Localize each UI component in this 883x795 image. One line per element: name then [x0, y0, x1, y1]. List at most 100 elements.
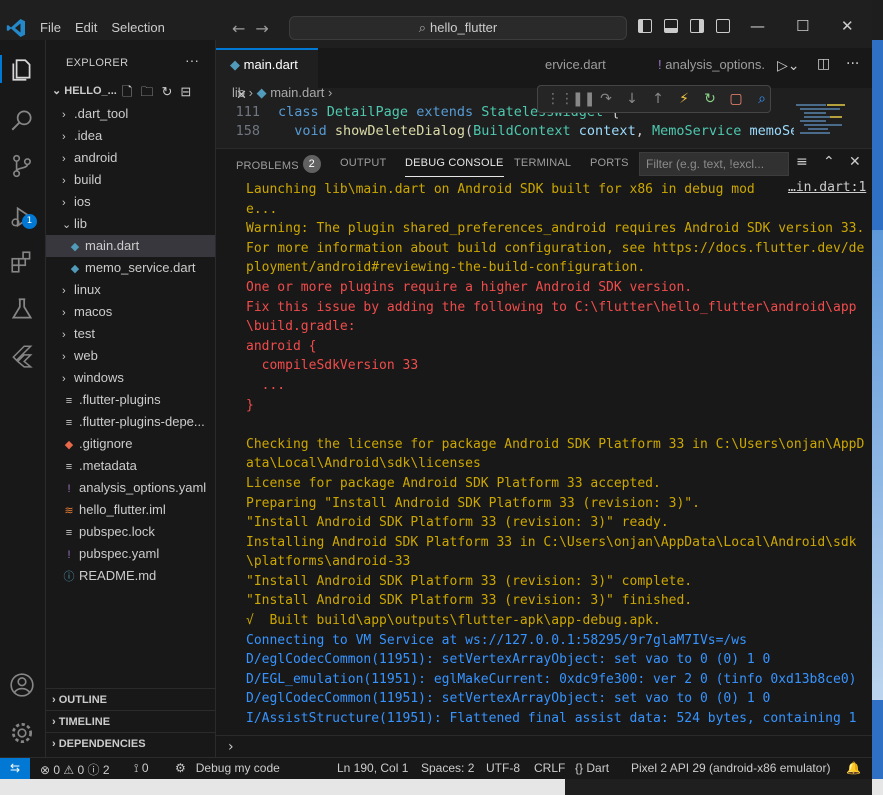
close-window-icon[interactable]: ✕ — [841, 17, 854, 35]
search-icon[interactable] — [9, 107, 35, 133]
tree-item[interactable]: ◆ memo_service.dart — [46, 257, 215, 279]
notifications-bell-icon[interactable]: 🔔 — [846, 761, 861, 775]
outline-section[interactable]: › OUTLINE — [46, 688, 215, 710]
tree-item[interactable]: ! analysis_options.yaml — [46, 477, 215, 499]
menu-edit[interactable]: Edit — [75, 20, 97, 35]
minimap[interactable] — [794, 102, 854, 147]
menu-selection[interactable]: Selection — [111, 20, 164, 35]
breadcrumb: lib › ◆ main.dart › — [232, 85, 333, 100]
ports-status[interactable]: ⟟ 0 — [134, 761, 149, 776]
tree-item[interactable]: ≡ .flutter-plugins-depe... — [46, 411, 215, 433]
language-mode[interactable]: {} Dart — [575, 761, 609, 775]
devtools-search-icon[interactable]: ⌕ — [754, 91, 770, 107]
tab-main-dart[interactable]: ◆ main.dart ✕ — [216, 48, 318, 102]
maximize-panel-icon[interactable]: ⌃ — [823, 154, 835, 170]
tree-item[interactable]: ⓘ README.md — [46, 565, 215, 587]
breadcrumb-folder[interactable]: lib — [232, 85, 245, 100]
stop-icon[interactable]: ▢ — [728, 91, 744, 107]
tree-item[interactable]: ≡ .flutter-plugins — [46, 389, 215, 411]
account-icon[interactable] — [9, 672, 35, 698]
debug-console-output[interactable]: Launching lib\main.dart on Android SDK b… — [246, 180, 866, 729]
code-line[interactable]: 158 void showDeleteDialog(BuildContext c… — [216, 122, 815, 141]
maximize-icon[interactable]: ☐ — [796, 17, 809, 35]
tree-item[interactable]: ⌄ lib — [46, 213, 215, 235]
cursor-position[interactable]: Ln 190, Col 1 — [337, 761, 408, 775]
new-file-icon[interactable]: 🗋 — [122, 84, 140, 99]
tree-item[interactable]: ◆ main.dart — [46, 235, 215, 257]
more-editor-actions-icon[interactable]: ··· — [846, 56, 859, 72]
tree-item[interactable]: › linux — [46, 279, 215, 301]
flutter-icon[interactable] — [9, 343, 35, 369]
tab-terminal[interactable]: TERMINAL — [514, 157, 571, 169]
split-editor-icon[interactable]: ◫ — [817, 56, 830, 72]
customize-layout-icon[interactable] — [716, 19, 730, 33]
tree-item[interactable]: ≡ .metadata — [46, 455, 215, 477]
close-panel-icon[interactable]: ✕ — [849, 154, 861, 170]
tree-item[interactable]: › web — [46, 345, 215, 367]
restart-icon[interactable]: ↻ — [702, 91, 718, 107]
tree-item[interactable]: › android — [46, 147, 215, 169]
step-into-icon[interactable]: ↓ — [624, 91, 640, 107]
tree-item[interactable]: ! pubspec.yaml — [46, 543, 215, 565]
step-out-icon[interactable]: ↑ — [650, 91, 666, 107]
line-number: 158 — [235, 123, 260, 139]
new-folder-icon[interactable]: 🗀 — [140, 84, 161, 99]
extensions-icon[interactable] — [9, 249, 35, 275]
testing-flask-icon[interactable] — [9, 296, 35, 322]
console-prompt-icon[interactable]: › — [228, 739, 234, 755]
tree-item[interactable]: › macos — [46, 301, 215, 323]
toggle-sidebar-icon[interactable] — [638, 19, 652, 33]
tree-item[interactable]: › build — [46, 169, 215, 191]
tree-item[interactable]: › .dart_tool — [46, 103, 215, 125]
back-arrow-icon[interactable]: ← — [232, 19, 245, 38]
command-center-search[interactable]: ⌕ hello_flutter — [289, 16, 627, 40]
encoding[interactable]: UTF-8 — [486, 761, 520, 775]
console-line: Fix this issue by adding the following t… — [246, 299, 857, 315]
toggle-panel-icon[interactable] — [664, 19, 678, 33]
debug-status[interactable]: ⚙ Debug my code — [175, 761, 280, 775]
hot-reload-icon[interactable]: ⚡ — [676, 91, 692, 107]
tree-item[interactable]: › test — [46, 323, 215, 345]
indentation[interactable]: Spaces: 2 — [421, 761, 474, 775]
source-control-icon[interactable] — [9, 153, 35, 179]
filter-input[interactable]: Filter (e.g. text, !excl... — [639, 152, 789, 176]
tab-ports[interactable]: PORTS — [590, 157, 629, 169]
tree-item[interactable]: ≋ hello_flutter.iml — [46, 499, 215, 521]
tab-memo-service[interactable]: ervice.dart — [531, 48, 651, 88]
more-actions-icon[interactable]: ··· — [185, 52, 199, 68]
run-debug-item[interactable]: 1 — [0, 200, 46, 236]
tree-item[interactable]: ≡ pubspec.lock — [46, 521, 215, 543]
device-selector[interactable]: Pixel 2 API 29 (android-x86 emulator) — [631, 761, 830, 775]
source-link[interactable]: …in.dart:1 — [788, 180, 866, 195]
workspace-root[interactable]: ⌄ HELLO_... — [52, 84, 117, 97]
toggle-secondary-sidebar-icon[interactable] — [690, 19, 704, 33]
tree-item-label: main.dart — [85, 238, 140, 253]
pause-icon[interactable]: ❚❚ — [572, 91, 595, 107]
breadcrumb-file[interactable]: main.dart — [270, 85, 324, 100]
forward-arrow-icon[interactable]: → — [255, 19, 268, 38]
refresh-icon[interactable]: ↻ — [161, 84, 180, 99]
explorer-icon[interactable] — [9, 57, 35, 83]
tree-item[interactable]: › ios — [46, 191, 215, 213]
minimize-icon[interactable]: — — [750, 17, 765, 35]
drag-handle-icon[interactable]: ⋮⋮ — [546, 91, 574, 107]
clear-console-icon[interactable]: ≡ — [796, 154, 808, 170]
timeline-section[interactable]: › TIMELINE — [46, 710, 215, 732]
problems-status[interactable]: ⊗ 0 ⚠ 0 ⓘ 2 — [40, 761, 110, 778]
line-ending[interactable]: CRLF — [534, 761, 565, 775]
tab-output[interactable]: OUTPUT — [340, 157, 386, 169]
run-dropdown-icon[interactable]: ▷⌄ — [777, 58, 800, 74]
remote-indicator-icon[interactable]: ⇆ — [0, 758, 30, 779]
tab-problems-label: PROBLEMS — [236, 160, 299, 172]
collapse-all-icon[interactable]: ⊟ — [180, 84, 199, 99]
dependencies-section[interactable]: › DEPENDENCIES — [46, 732, 215, 754]
step-over-icon[interactable]: ↷ — [598, 91, 614, 107]
tab-analysis-options[interactable]: ! analysis_options. — [644, 48, 794, 88]
tab-debug-console[interactable]: DEBUG CONSOLE — [405, 157, 504, 177]
menu-file[interactable]: File — [40, 20, 61, 35]
tab-problems[interactable]: PROBLEMS 2 — [236, 155, 321, 175]
tree-item[interactable]: › windows — [46, 367, 215, 389]
settings-gear-icon[interactable] — [9, 720, 35, 746]
tree-item[interactable]: › .idea — [46, 125, 215, 147]
tree-item[interactable]: ◆ .gitignore — [46, 433, 215, 455]
